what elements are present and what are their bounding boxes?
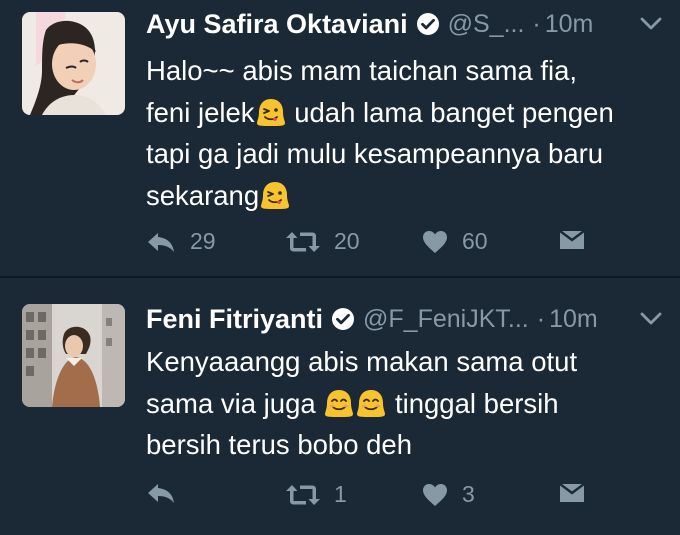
like-button[interactable]: 60	[422, 228, 488, 255]
reply-count: 29	[190, 228, 216, 254]
retweet-icon	[286, 483, 320, 507]
text-span: feni jelek	[146, 96, 255, 128]
text-span: Kenyaaangg abis makan sama otut	[146, 346, 578, 377]
text-span: sekarang	[146, 179, 260, 211]
text-span: tapi ga jadi mulu kesampeannya baru	[146, 138, 604, 169]
tweet-2[interactable]: Feni Fitriyanti @F_FeniJKT... · 10m Keny…	[0, 278, 680, 535]
separator-dot: ·	[536, 304, 546, 333]
separator-dot: ·	[532, 9, 541, 38]
tweet-line: Kenyaaangg abis makan sama otut	[146, 341, 660, 383]
tweet-line: sama via juga tinggal bersih	[146, 383, 660, 425]
retweet-count: 1	[334, 481, 347, 507]
winking-tongue-face-emoji	[259, 179, 291, 211]
direct-message-icon	[558, 228, 586, 252]
reply-icon	[146, 230, 176, 254]
heart-icon	[422, 483, 448, 507]
reply-button[interactable]	[146, 481, 190, 505]
chevron-down-icon[interactable]	[640, 312, 662, 326]
text-span: udah lama banget pengen	[294, 96, 614, 128]
tweet-header: Feni Fitriyanti @F_FeniJKT... · 10m	[146, 299, 662, 339]
like-button[interactable]: 3	[422, 481, 475, 508]
smiling-face-emoji	[355, 387, 387, 419]
like-count: 3	[462, 481, 475, 507]
retweet-button[interactable]: 1	[286, 481, 347, 508]
text-span: tinggal bersih	[394, 387, 559, 419]
text-span: sama via juga	[146, 387, 316, 419]
avatar[interactable]	[22, 304, 125, 407]
tweet-1[interactable]: Ayu Safira Oktaviani @S_... · 10m Halo~~…	[0, 0, 680, 278]
direct-message-button[interactable]	[558, 228, 586, 252]
like-count: 60	[462, 228, 488, 254]
avatar[interactable]	[22, 12, 125, 115]
tweet-line: bersih terus bobo deh	[146, 424, 660, 466]
chevron-down-icon[interactable]	[640, 17, 662, 31]
tweet-line: sekarang	[146, 175, 660, 217]
timestamp[interactable]: 10m	[549, 305, 598, 334]
tweet-line: Halo~~ abis mam taichan sama fia,	[146, 50, 660, 92]
author-handle[interactable]: @F_FeniJKT...	[363, 305, 529, 334]
verified-badge-icon	[331, 307, 355, 331]
tweet-actions: 1 3	[146, 481, 660, 511]
timestamp[interactable]: 10m	[545, 10, 594, 39]
text-span: bersih terus bobo deh	[146, 429, 413, 460]
tweet-line: tapi ga jadi mulu kesampeannya baru	[146, 133, 660, 175]
text-span: Halo~~ abis mam taichan sama fia,	[146, 55, 578, 86]
retweet-button[interactable]: 20	[286, 228, 360, 255]
tweet-header: Ayu Safira Oktaviani @S_... · 10m	[146, 4, 662, 44]
heart-icon	[422, 230, 448, 254]
reply-button[interactable]: 29	[146, 228, 216, 255]
retweet-count: 20	[334, 228, 360, 254]
avatar-photo	[22, 12, 125, 115]
avatar-photo	[22, 304, 125, 407]
author-name[interactable]: Feni Fitriyanti	[146, 304, 323, 335]
reply-icon	[146, 481, 176, 505]
author-handle[interactable]: @S_...	[448, 10, 525, 39]
tweet-actions: 29 20 60	[146, 228, 660, 258]
verified-badge-icon	[416, 12, 440, 36]
direct-message-icon	[558, 481, 586, 505]
smiling-face-emoji	[323, 387, 355, 419]
tweet-line: feni jelek udah lama banget pengen	[146, 92, 660, 134]
author-name[interactable]: Ayu Safira Oktaviani	[146, 9, 408, 40]
winking-tongue-face-emoji	[255, 96, 287, 128]
direct-message-button[interactable]	[558, 481, 586, 505]
tweet-text: Halo~~ abis mam taichan sama fia, feni j…	[146, 50, 660, 216]
retweet-icon	[286, 230, 320, 254]
tweet-text: Kenyaaangg abis makan sama otut sama via…	[146, 341, 660, 466]
